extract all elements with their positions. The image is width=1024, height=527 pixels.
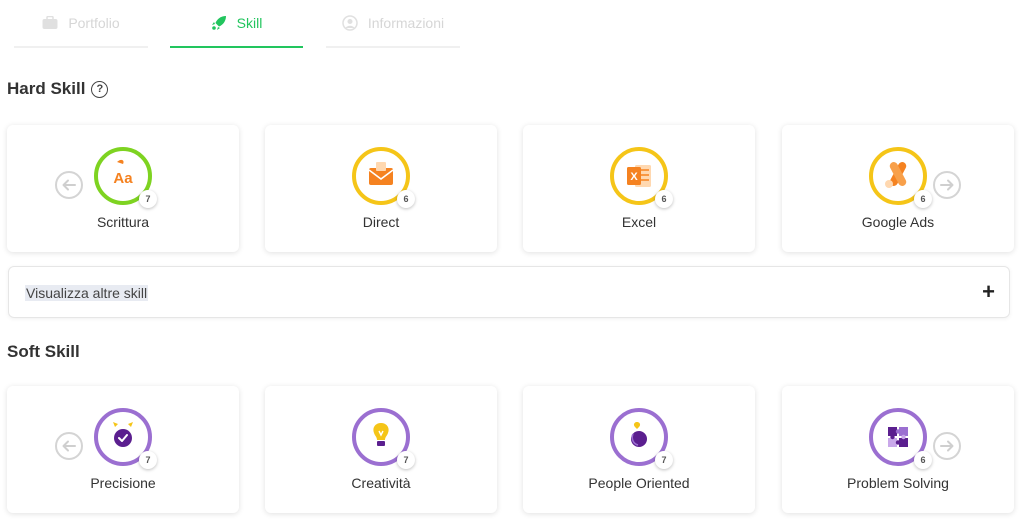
skill-label: Direct	[362, 214, 400, 230]
tab-informazioni[interactable]: Informazioni	[326, 0, 460, 48]
skill-label: Precisione	[90, 475, 156, 491]
prev-hard-skill-button[interactable]	[55, 171, 83, 199]
envelope-icon	[368, 162, 394, 185]
skill-label: Google Ads	[861, 214, 935, 230]
skill-card-direct[interactable]: 6 Direct	[265, 125, 497, 252]
plus-icon[interactable]: +	[982, 278, 995, 306]
tab-label: Portfolio	[68, 15, 120, 31]
skill-card-google-ads[interactable]: 6 Google Ads	[782, 125, 1014, 252]
prev-soft-skill-button[interactable]	[55, 432, 83, 460]
level-badge: 6	[914, 190, 932, 208]
briefcase-icon	[42, 16, 58, 29]
excel-icon: X	[627, 165, 651, 187]
help-icon[interactable]: ?	[91, 80, 109, 98]
skill-card-people-oriented[interactable]: 7 People Oriented	[523, 386, 755, 513]
level-badge: 6	[397, 190, 415, 208]
arrow-left-icon	[62, 440, 76, 452]
tab-portfolio[interactable]: Portfolio	[14, 0, 148, 48]
skill-card-excel[interactable]: X 6 Excel	[523, 125, 755, 252]
heart-hand-icon	[631, 422, 647, 447]
font-aa-icon: Aa	[113, 159, 133, 187]
arrow-right-icon	[940, 440, 954, 452]
arrow-left-icon	[62, 179, 76, 191]
section-title-text: Soft Skill	[7, 342, 80, 361]
tab-bar: Portfolio Skill Informazioni	[0, 0, 1024, 50]
show-more-skills-bar[interactable]: Visualizza altre skill +	[8, 266, 1010, 318]
svg-text:Aa: Aa	[113, 170, 133, 187]
next-hard-skill-button[interactable]	[933, 171, 961, 199]
skill-card-problem-solving[interactable]: 6 Problem Solving	[782, 386, 1014, 513]
skill-label: Problem Solving	[847, 475, 949, 491]
level-badge: 7	[655, 451, 673, 469]
tab-skill[interactable]: Skill	[170, 0, 303, 48]
check-badge-icon	[113, 422, 133, 447]
hard-skill-title: Hard Skill ?	[7, 79, 109, 99]
skill-label: Excel	[621, 214, 657, 230]
skill-card-creativita[interactable]: 7 Creatività	[265, 386, 497, 513]
tab-label: Skill	[236, 15, 263, 31]
skill-card-scrittura[interactable]: Aa 7 Scrittura	[7, 125, 239, 252]
rocket-icon	[211, 16, 226, 30]
skill-label: Scrittura	[96, 214, 150, 230]
show-more-skills-label: Visualizza altre skill	[25, 285, 149, 301]
section-title-text: Hard Skill	[7, 79, 86, 98]
skill-card-precisione[interactable]: 7 Precisione	[7, 386, 239, 513]
google-ads-icon	[885, 162, 907, 188]
lightbulb-icon	[373, 423, 389, 446]
level-badge: 7	[397, 451, 415, 469]
skill-label: People Oriented	[588, 475, 690, 491]
user-circle-icon	[342, 15, 358, 31]
svg-text:X: X	[630, 171, 638, 183]
tab-label: Informazioni	[367, 15, 445, 31]
level-badge: 6	[655, 190, 673, 208]
soft-skill-title: Soft Skill	[7, 342, 80, 362]
level-badge: 7	[139, 190, 157, 208]
arrow-right-icon	[940, 179, 954, 191]
skill-label: Creatività	[351, 475, 411, 491]
level-badge: 6	[914, 451, 932, 469]
puzzle-icon	[888, 427, 908, 447]
level-badge: 7	[139, 451, 157, 469]
next-soft-skill-button[interactable]	[933, 432, 961, 460]
